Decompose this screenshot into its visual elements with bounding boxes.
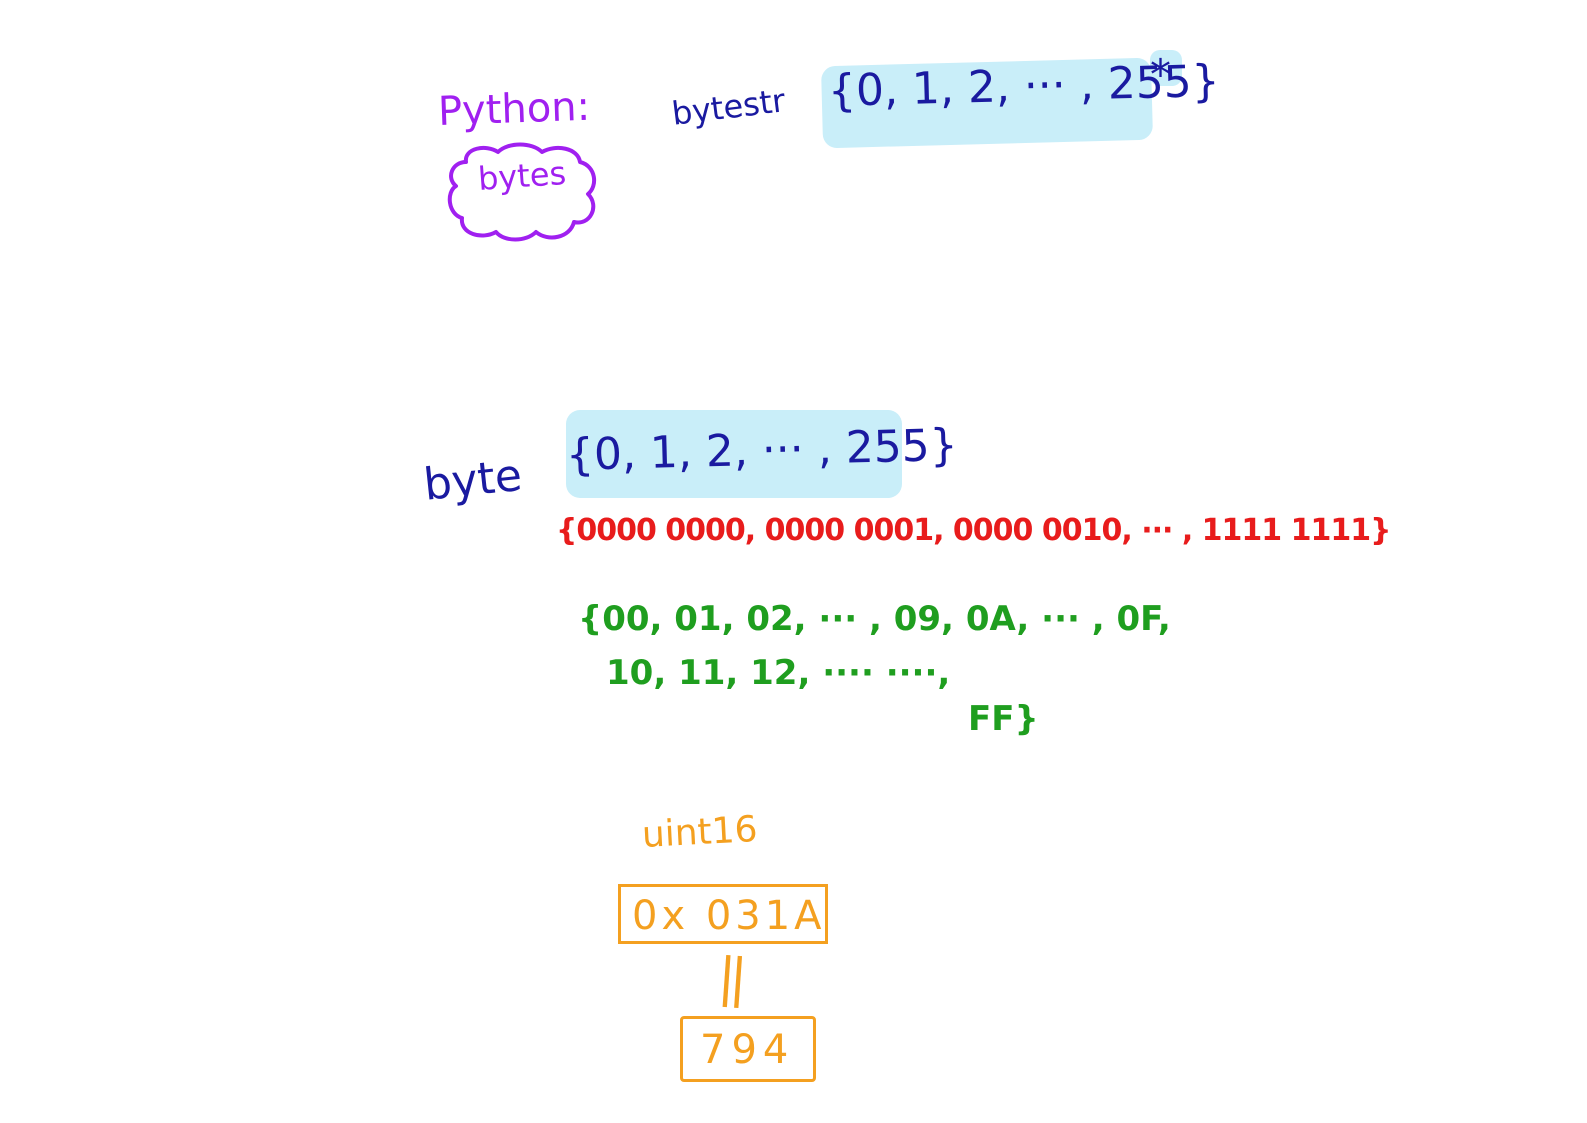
uint16-hex-value: 0x 031A xyxy=(632,893,826,939)
uint16-decimal-value: 794 xyxy=(700,1027,795,1073)
byte-binary-set: {0000 0000, 0000 0001, 0000 0010, ··· , … xyxy=(556,513,1391,548)
byte-decimal-set: {0, 1, 2, ··· , 255} xyxy=(565,419,959,481)
bytes-type-label: bytes xyxy=(476,153,568,199)
kleene-star: * xyxy=(1150,50,1171,99)
uint16-label: uint16 xyxy=(640,808,759,856)
bytestr-label: bytestr xyxy=(669,81,788,133)
byte-hex-set-line1: {00, 01, 02, ··· , 09, 0A, ··· , 0F, xyxy=(578,599,1171,639)
byte-hex-set-line3: FF} xyxy=(968,699,1039,739)
python-label: Python: xyxy=(437,83,591,135)
byte-hex-set-line2: 10, 11, 12, ···· ····, xyxy=(606,653,951,693)
equals-sign: || xyxy=(715,947,744,1009)
byte-label: byte xyxy=(421,449,525,511)
